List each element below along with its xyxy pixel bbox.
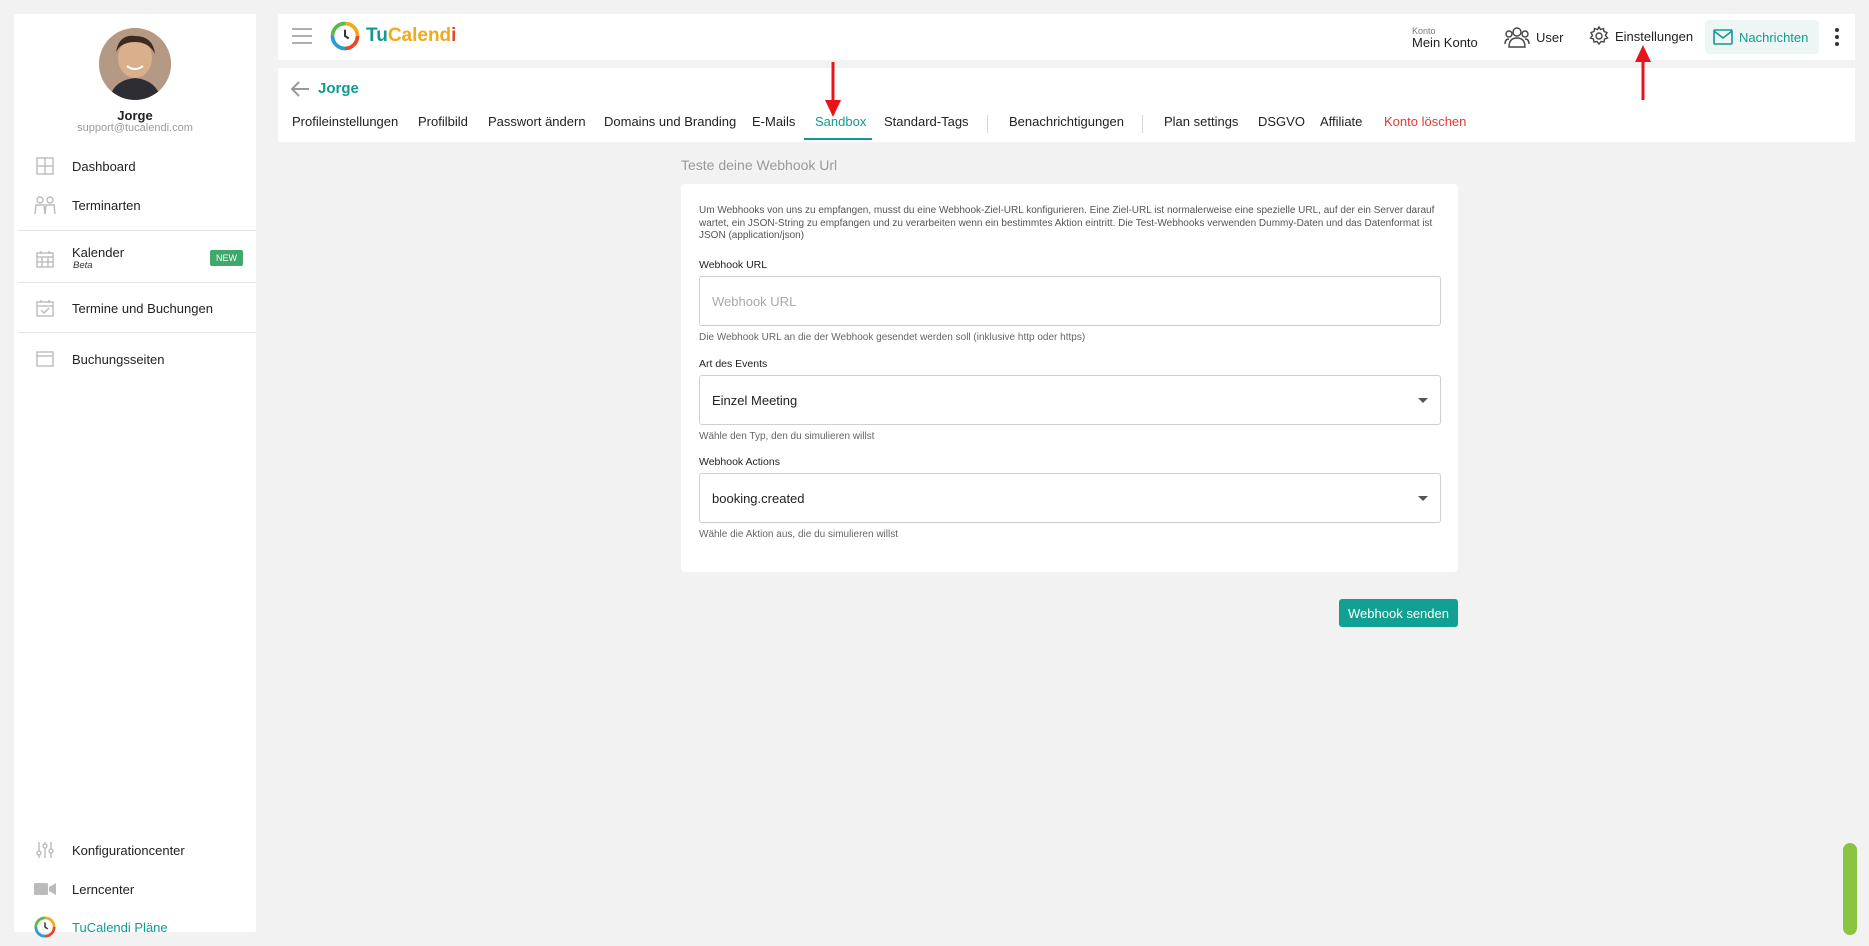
- mail-icon: [1713, 29, 1733, 45]
- user-menu-button[interactable]: User: [1504, 26, 1563, 48]
- sidebar-item-label: Kalender: [72, 245, 125, 260]
- tab-benachrichtigungen[interactable]: Benachrichtigungen: [1009, 114, 1124, 129]
- webhook-actions-label: Webhook Actions: [699, 456, 780, 468]
- annotation-arrow-down-icon: [825, 62, 841, 117]
- messages-button[interactable]: Nachrichten: [1705, 20, 1819, 54]
- tab-plan-settings[interactable]: Plan settings: [1164, 114, 1238, 129]
- event-type-help: Wähle den Typ, den du simulieren willst: [699, 431, 875, 442]
- menu-icon[interactable]: [292, 28, 312, 44]
- tucalendi-logo-icon: [330, 21, 360, 51]
- logo-text: TuCalendi: [366, 25, 457, 46]
- send-webhook-button[interactable]: Webhook senden: [1339, 599, 1458, 627]
- tab-affiliate[interactable]: Affiliate: [1320, 114, 1362, 129]
- dropdown-caret-icon: [1418, 398, 1428, 403]
- messages-label: Nachrichten: [1739, 29, 1809, 45]
- account-switch[interactable]: Konto Mein Konto: [1412, 26, 1478, 50]
- profile-name: Jorge: [318, 80, 359, 97]
- tab-separator: [987, 115, 988, 133]
- active-tab-indicator: [804, 138, 872, 140]
- sidebar-item-kalender[interactable]: Kalender Beta NEW: [14, 236, 256, 282]
- new-badge: NEW: [210, 250, 243, 266]
- sliders-icon: [34, 839, 56, 861]
- webhook-url-field: [699, 276, 1441, 326]
- tab-domains-und-branding[interactable]: Domains und Branding: [604, 114, 736, 129]
- tab-separator: [1142, 115, 1143, 133]
- sidebar-item-label: Konfigurationcenter: [72, 842, 185, 858]
- section-title: Teste deine Webhook Url: [681, 157, 838, 173]
- tab-e-mails[interactable]: E-Mails: [752, 114, 795, 129]
- arrow-left-icon: [290, 80, 309, 97]
- sidebar-item-label: Lerncenter: [72, 881, 135, 897]
- sidebar-item-termine-und-buchungen[interactable]: Termine und Buchungen: [14, 290, 256, 326]
- divider: [18, 230, 256, 231]
- sidebar-item-dashboard[interactable]: Dashboard: [14, 148, 256, 184]
- profile-panel: Jorge Profileinstellungen Profilbild Pas…: [278, 68, 1855, 142]
- event-type-label: Art des Events: [699, 358, 768, 370]
- users-icon: [1504, 27, 1530, 48]
- gear-icon: [1589, 26, 1609, 46]
- beta-label: Beta: [73, 260, 93, 271]
- tab-konto-loeschen[interactable]: Konto löschen: [1384, 114, 1466, 129]
- dashboard-icon: [34, 155, 56, 177]
- tucalendi-logo-icon: [34, 916, 56, 938]
- people-icon: [34, 194, 56, 216]
- tab-profileinstellungen[interactable]: Profileinstellungen: [292, 114, 398, 129]
- divider: [18, 332, 256, 333]
- user-menu-label: User: [1536, 29, 1564, 45]
- tab-standard-tags[interactable]: Standard-Tags: [884, 114, 969, 129]
- sidebar-item-label: Buchungsseiten: [72, 351, 165, 367]
- sidebar: Jorge support@tucalendi.com Dashboard Te…: [14, 14, 256, 938]
- settings-label: Einstellungen: [1615, 28, 1694, 44]
- calendar-check-icon: [34, 297, 56, 319]
- sidebar-item-terminarten[interactable]: Terminarten: [14, 187, 256, 223]
- back-button[interactable]: Jorge: [290, 80, 359, 97]
- calendar-icon: [34, 248, 56, 270]
- event-type-value: Einzel Meeting: [712, 393, 798, 408]
- divider: [18, 282, 256, 283]
- dropdown-caret-icon: [1418, 496, 1428, 501]
- webhook-actions-select[interactable]: booking.created: [699, 473, 1441, 523]
- avatar[interactable]: [99, 28, 171, 100]
- webhook-url-help: Die Webhook URL an die der Webhook gesen…: [699, 332, 1086, 343]
- sidebar-item-label: Termine und Buchungen: [72, 300, 213, 316]
- intro-text: Um Webhooks von uns zu empfangen, musst …: [699, 205, 1435, 241]
- webhook-actions-value: booking.created: [712, 491, 805, 506]
- tab-profilbild[interactable]: Profilbild: [418, 114, 468, 129]
- top-bar: TuCalendi Konto Mein Konto User Einstell…: [278, 14, 1855, 60]
- feedback-tab[interactable]: [1843, 843, 1857, 935]
- annotation-arrow-up-icon: [1635, 45, 1651, 100]
- sidebar-item-lerncenter[interactable]: Lerncenter: [14, 871, 256, 907]
- webhook-actions-help: Wähle die Aktion aus, die du simulieren …: [699, 529, 898, 540]
- account-value: Mein Konto: [1412, 35, 1478, 50]
- webhook-url-input[interactable]: [700, 277, 1440, 325]
- webhook-url-label: Webhook URL: [699, 259, 768, 271]
- logo[interactable]: TuCalendi: [330, 21, 456, 51]
- sidebar-item-buchungsseiten[interactable]: Buchungsseiten: [14, 341, 256, 377]
- event-type-select[interactable]: Einzel Meeting: [699, 375, 1441, 425]
- settings-button[interactable]: Einstellungen: [1589, 26, 1693, 46]
- tab-passwort-aendern[interactable]: Passwort ändern: [488, 114, 586, 129]
- window-icon: [34, 348, 56, 370]
- tab-dsgvo[interactable]: DSGVO: [1258, 114, 1305, 129]
- more-options-icon[interactable]: [1834, 28, 1840, 46]
- sidebar-item-konfigurationcenter[interactable]: Konfigurationcenter: [14, 832, 256, 868]
- sidebar-item-tucalendi-plaene[interactable]: TuCalendi Pläne: [14, 909, 256, 945]
- user-email: support@tucalendi.com: [77, 122, 193, 134]
- webhook-form-card: Um Webhooks von uns zu empfangen, musst …: [681, 184, 1458, 572]
- user-name: Jorge: [117, 108, 153, 123]
- video-icon: [34, 878, 56, 900]
- sidebar-item-label: Dashboard: [72, 158, 136, 174]
- sidebar-item-label: Terminarten: [72, 197, 141, 213]
- sidebar-item-label: TuCalendi Pläne: [72, 919, 168, 935]
